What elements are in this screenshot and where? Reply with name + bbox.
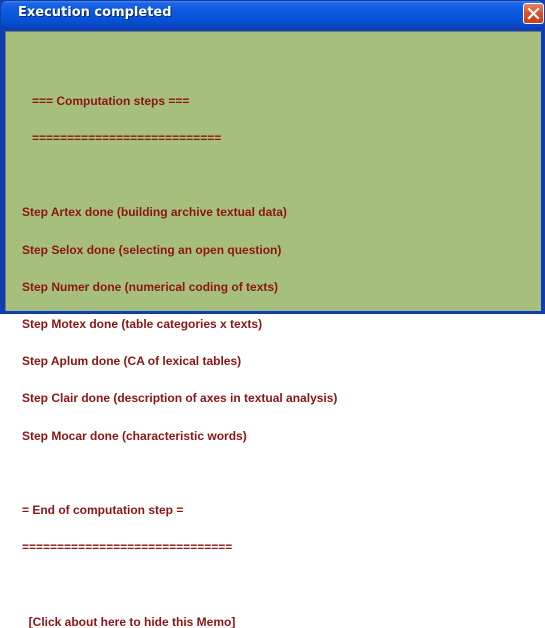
close-button[interactable] — [523, 3, 544, 24]
window-title: Execution completed — [18, 5, 172, 20]
execution-completed-window: Execution completed === Computation step… — [0, 0, 545, 628]
close-icon — [527, 7, 540, 20]
memo-text: === Computation steps === ==============… — [22, 70, 337, 628]
memo-panel[interactable]: === Computation steps === ==============… — [5, 31, 541, 628]
step-motex: Step Motex done (table categories x text… — [22, 317, 263, 332]
computation-steps-header: === Computation steps === — [22, 93, 190, 108]
step-clair: Step Clair done (description of axes in … — [22, 391, 338, 406]
computation-steps-rule: =========================== — [22, 131, 222, 146]
step-selox: Step Selox done (selecting an open quest… — [22, 242, 282, 257]
title-bar[interactable]: Execution completed — [1, 1, 544, 27]
end-of-computation-rule: ============================== — [22, 540, 233, 555]
end-of-computation-footer: = End of computation step = — [22, 503, 184, 518]
step-artex: Step Artex done (building archive textua… — [22, 205, 287, 220]
hide-memo-link[interactable]: [Click about here to hide this Memo] — [22, 615, 337, 628]
step-numer: Step Numer done (numerical coding of tex… — [22, 279, 279, 294]
step-aplum: Step Aplum done (CA of lexical tables) — [22, 354, 242, 369]
step-mocar: Step Mocar done (characteristic words) — [22, 428, 247, 443]
